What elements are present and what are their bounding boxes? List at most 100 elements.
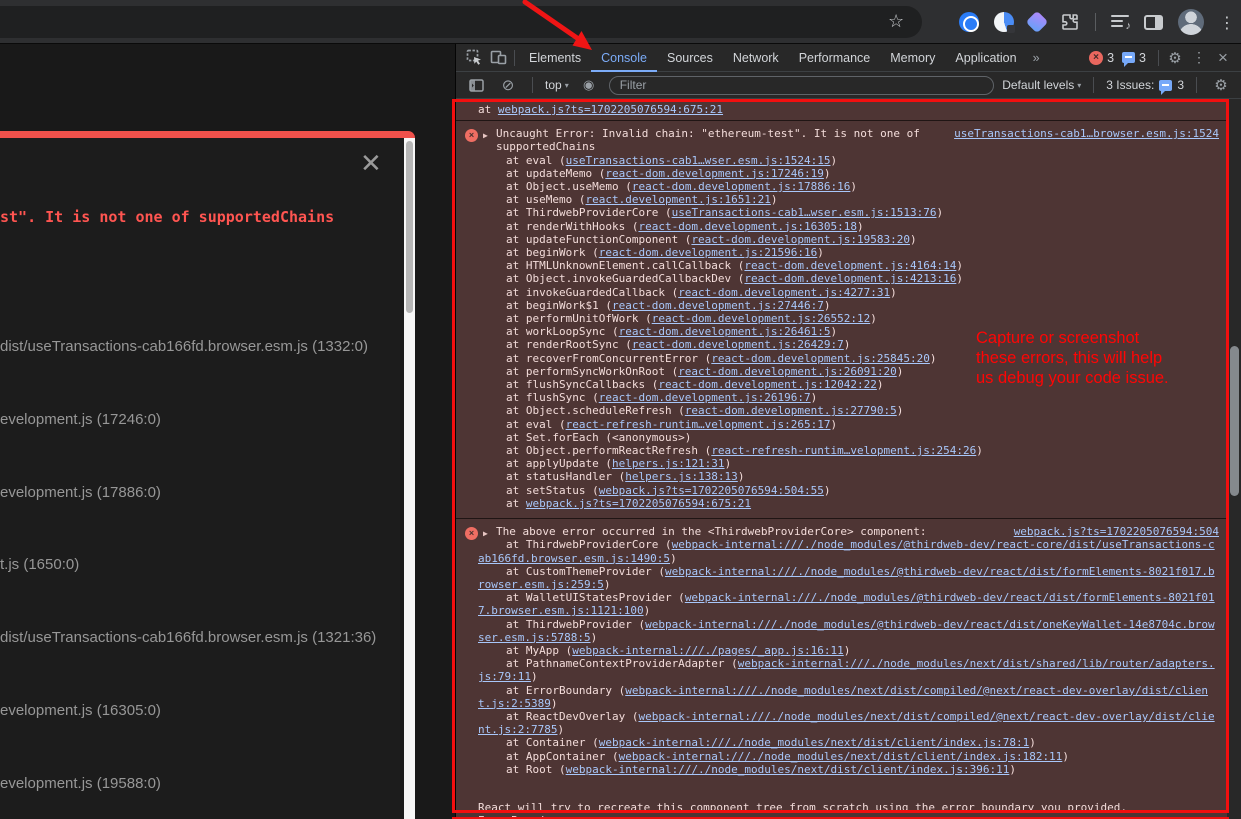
devtools-menu-icon[interactable]: ⋮ (1187, 46, 1211, 70)
expand-triangle-icon[interactable]: ▶ (483, 527, 488, 540)
stack-location-link[interactable]: webpack-internal:///./node_modules/next/… (478, 684, 1208, 710)
stack-location-link[interactable]: webpack-internal:///./node_modules/next/… (566, 763, 1010, 776)
stack-location-link[interactable]: webpack.js?ts=1702205076594:675:21 (498, 103, 723, 116)
stack-location-link[interactable]: react-dom.development.js:21596:16 (599, 246, 818, 259)
tab-application[interactable]: Application (945, 44, 1026, 72)
issues-count: 3 (1177, 78, 1184, 92)
stack-location-link[interactable]: webpack.js?ts=1702205076594:675:21 (526, 497, 751, 510)
error-count-icon[interactable]: × (1089, 51, 1103, 65)
stack-location-link[interactable]: webpack-internal:///./node_modules/@thir… (478, 591, 1215, 617)
chrome-divider (1095, 13, 1096, 31)
address-bar[interactable] (0, 6, 922, 38)
toolbar-divider (1093, 77, 1094, 93)
message-source-link[interactable]: useTransactions-cab1…browser.esm.js:1524 (954, 127, 1219, 140)
overlay-stack-file: dist/useTransactions-cab166fd.browser.es… (0, 338, 368, 355)
stack-location-link[interactable]: webpack-internal:///./node_modules/next/… (478, 657, 1215, 683)
expand-triangle-icon[interactable]: ▶ (483, 129, 488, 142)
stack-location-link[interactable]: react-dom.development.js:4213:16 (744, 272, 956, 285)
console-settings-gear-icon[interactable]: ⚙ (1209, 73, 1233, 97)
stack-location-link[interactable]: react.development.js:1651:21 (585, 193, 770, 206)
stack-location-link[interactable]: helpers.js:121:31 (612, 457, 725, 470)
stack-location-link[interactable]: helpers.js:138:13 (625, 470, 738, 483)
stack-location-link[interactable]: webpack.js?ts=1702205076594:504:55 (599, 484, 824, 497)
stack-location-link[interactable]: react-dom.development.js:4277:31 (678, 286, 890, 299)
message-header: The above error occurred in the <Thirdwe… (478, 525, 1219, 538)
console-error-message: ×▶The above error occurred in the <Third… (456, 519, 1227, 819)
stack-location-link[interactable]: useTransactions-cab1…wser.esm.js:1513:76 (672, 206, 937, 219)
profile-avatar[interactable] (1178, 9, 1204, 35)
device-toolbar-icon[interactable] (486, 46, 510, 70)
overlay-stack-file: evelopment.js (16305:0) (0, 702, 161, 719)
console-sidebar-icon[interactable] (464, 73, 488, 97)
stack-location-link[interactable]: webpack-internal:///./node_modules/@thir… (478, 618, 1215, 644)
stack-line: at webpack.js?ts=1702205076594:675:21 (478, 103, 1219, 116)
toolbar-divider (1158, 50, 1159, 66)
overlay-scrollbar-thumb[interactable] (406, 141, 413, 313)
stack-location-link[interactable]: react-dom.development.js:25845:20 (711, 352, 930, 365)
clear-console-icon[interactable]: ⊘ (496, 73, 520, 97)
tab-console[interactable]: Console (591, 44, 657, 72)
tab-memory[interactable]: Memory (880, 44, 945, 72)
menu-dots-icon[interactable]: ⋮ (1219, 13, 1235, 32)
stack-location-link[interactable]: react-dom.development.js:26461:5 (619, 325, 831, 338)
stack-location-link[interactable]: react-dom.development.js:26091:20 (678, 365, 897, 378)
stack-location-link[interactable]: webpack-internal:///./node_modules/next/… (478, 710, 1215, 736)
context-selector-label: top (545, 78, 562, 92)
stack-line: at invokeGuardedCallback (react-dom.deve… (478, 286, 1219, 299)
extensions-puzzle-icon[interactable] (1060, 12, 1080, 32)
context-selector[interactable]: top ▾ (545, 78, 569, 92)
stack-location-link[interactable]: react-refresh-runtim…velopment.js:265:17 (566, 418, 831, 431)
stack-line: at eval (useTransactions-cab1…wser.esm.j… (478, 154, 1219, 167)
more-tabs-icon[interactable]: » (1027, 51, 1046, 65)
stack-line: at applyUpdate (helpers.js:121:31) (478, 457, 1219, 470)
console-filter-input[interactable] (609, 76, 995, 95)
message-source-link[interactable]: webpack.js?ts=1702205076594:504 (1014, 525, 1219, 538)
stack-location-link[interactable]: react-dom.development.js:26552:12 (652, 312, 871, 325)
stack-line: at flushSyncCallbacks (react-dom.develop… (478, 378, 1219, 391)
tab-sources[interactable]: Sources (657, 44, 723, 72)
live-expression-eye-icon[interactable]: ◉ (577, 73, 601, 97)
media-controls-icon[interactable]: ♪ (1111, 15, 1129, 29)
stack-location-link[interactable]: react-dom.development.js:26429:7 (632, 338, 844, 351)
settings-gear-icon[interactable]: ⚙ (1163, 46, 1187, 70)
issues-counter[interactable]: 3 Issues: 3 (1106, 78, 1184, 92)
devtools-close-icon[interactable]: × (1211, 46, 1235, 70)
stack-line: at updateFunctionComponent (react-dom.de… (478, 233, 1219, 246)
stack-location-link[interactable]: useTransactions-cab1…wser.esm.js:1524:15 (566, 154, 831, 167)
inspect-element-icon[interactable] (462, 46, 486, 70)
stack-location-link[interactable]: react-dom.development.js:17246:19 (605, 167, 824, 180)
stack-location-link[interactable]: react-dom.development.js:27790:5 (685, 404, 897, 417)
extension-gem-icon[interactable] (1026, 11, 1049, 34)
stack-location-link[interactable]: react-dom.development.js:12042:22 (658, 378, 877, 391)
log-levels-selector[interactable]: Default levels ▾ (1002, 78, 1081, 92)
stack-location-link[interactable]: webpack-internal:///./node_modules/next/… (599, 736, 1029, 749)
stack-line: at Object.scheduleRefresh (react-dom.dev… (478, 404, 1219, 417)
stack-location-link[interactable]: react-dom.development.js:26196:7 (599, 391, 811, 404)
stack-location-link[interactable]: react-dom.development.js:16305:18 (638, 220, 857, 233)
tab-performance[interactable]: Performance (789, 44, 881, 72)
spacer (478, 788, 1219, 801)
overlay-stack-file: evelopment.js (17886:0) (0, 484, 161, 501)
extension-clock-icon[interactable] (994, 12, 1014, 32)
message-count-icon[interactable] (1122, 52, 1135, 63)
stack-location-link[interactable]: webpack-internal:///./pages/_app.js:16:1… (572, 644, 844, 657)
stack-location-link[interactable]: react-dom.development.js:19583:20 (691, 233, 910, 246)
stack-location-link[interactable]: react-refresh-runtim…velopment.js:254:26 (711, 444, 976, 457)
bookmark-star-icon[interactable]: ☆ (888, 11, 904, 32)
tab-network[interactable]: Network (723, 44, 789, 72)
overlay-close-icon[interactable]: ✕ (360, 149, 382, 179)
toolbar-divider (1196, 77, 1197, 93)
side-panel-icon[interactable] (1144, 15, 1163, 30)
stack-location-link[interactable]: webpack-internal:///./node_modules/@thir… (478, 538, 1215, 564)
stack-line: at beginWork$1 (react-dom.development.js… (478, 299, 1219, 312)
stack-location-link[interactable]: react-dom.development.js:27446:7 (612, 299, 824, 312)
stack-location-link[interactable]: webpack-internal:///./node_modules/next/… (619, 750, 1063, 763)
stack-location-link[interactable]: react-dom.development.js:17886:16 (632, 180, 851, 193)
extension-target-icon[interactable] (959, 12, 979, 32)
overlay-scrollbar[interactable] (404, 138, 415, 819)
console-scrollbar-thumb[interactable] (1230, 346, 1239, 496)
stack-location-link[interactable]: react-dom.development.js:4164:14 (744, 259, 956, 272)
stack-line: at performSyncWorkOnRoot (react-dom.deve… (478, 365, 1219, 378)
tab-elements[interactable]: Elements (519, 44, 591, 72)
stack-location-link[interactable]: webpack-internal:///./node_modules/@thir… (478, 565, 1215, 591)
